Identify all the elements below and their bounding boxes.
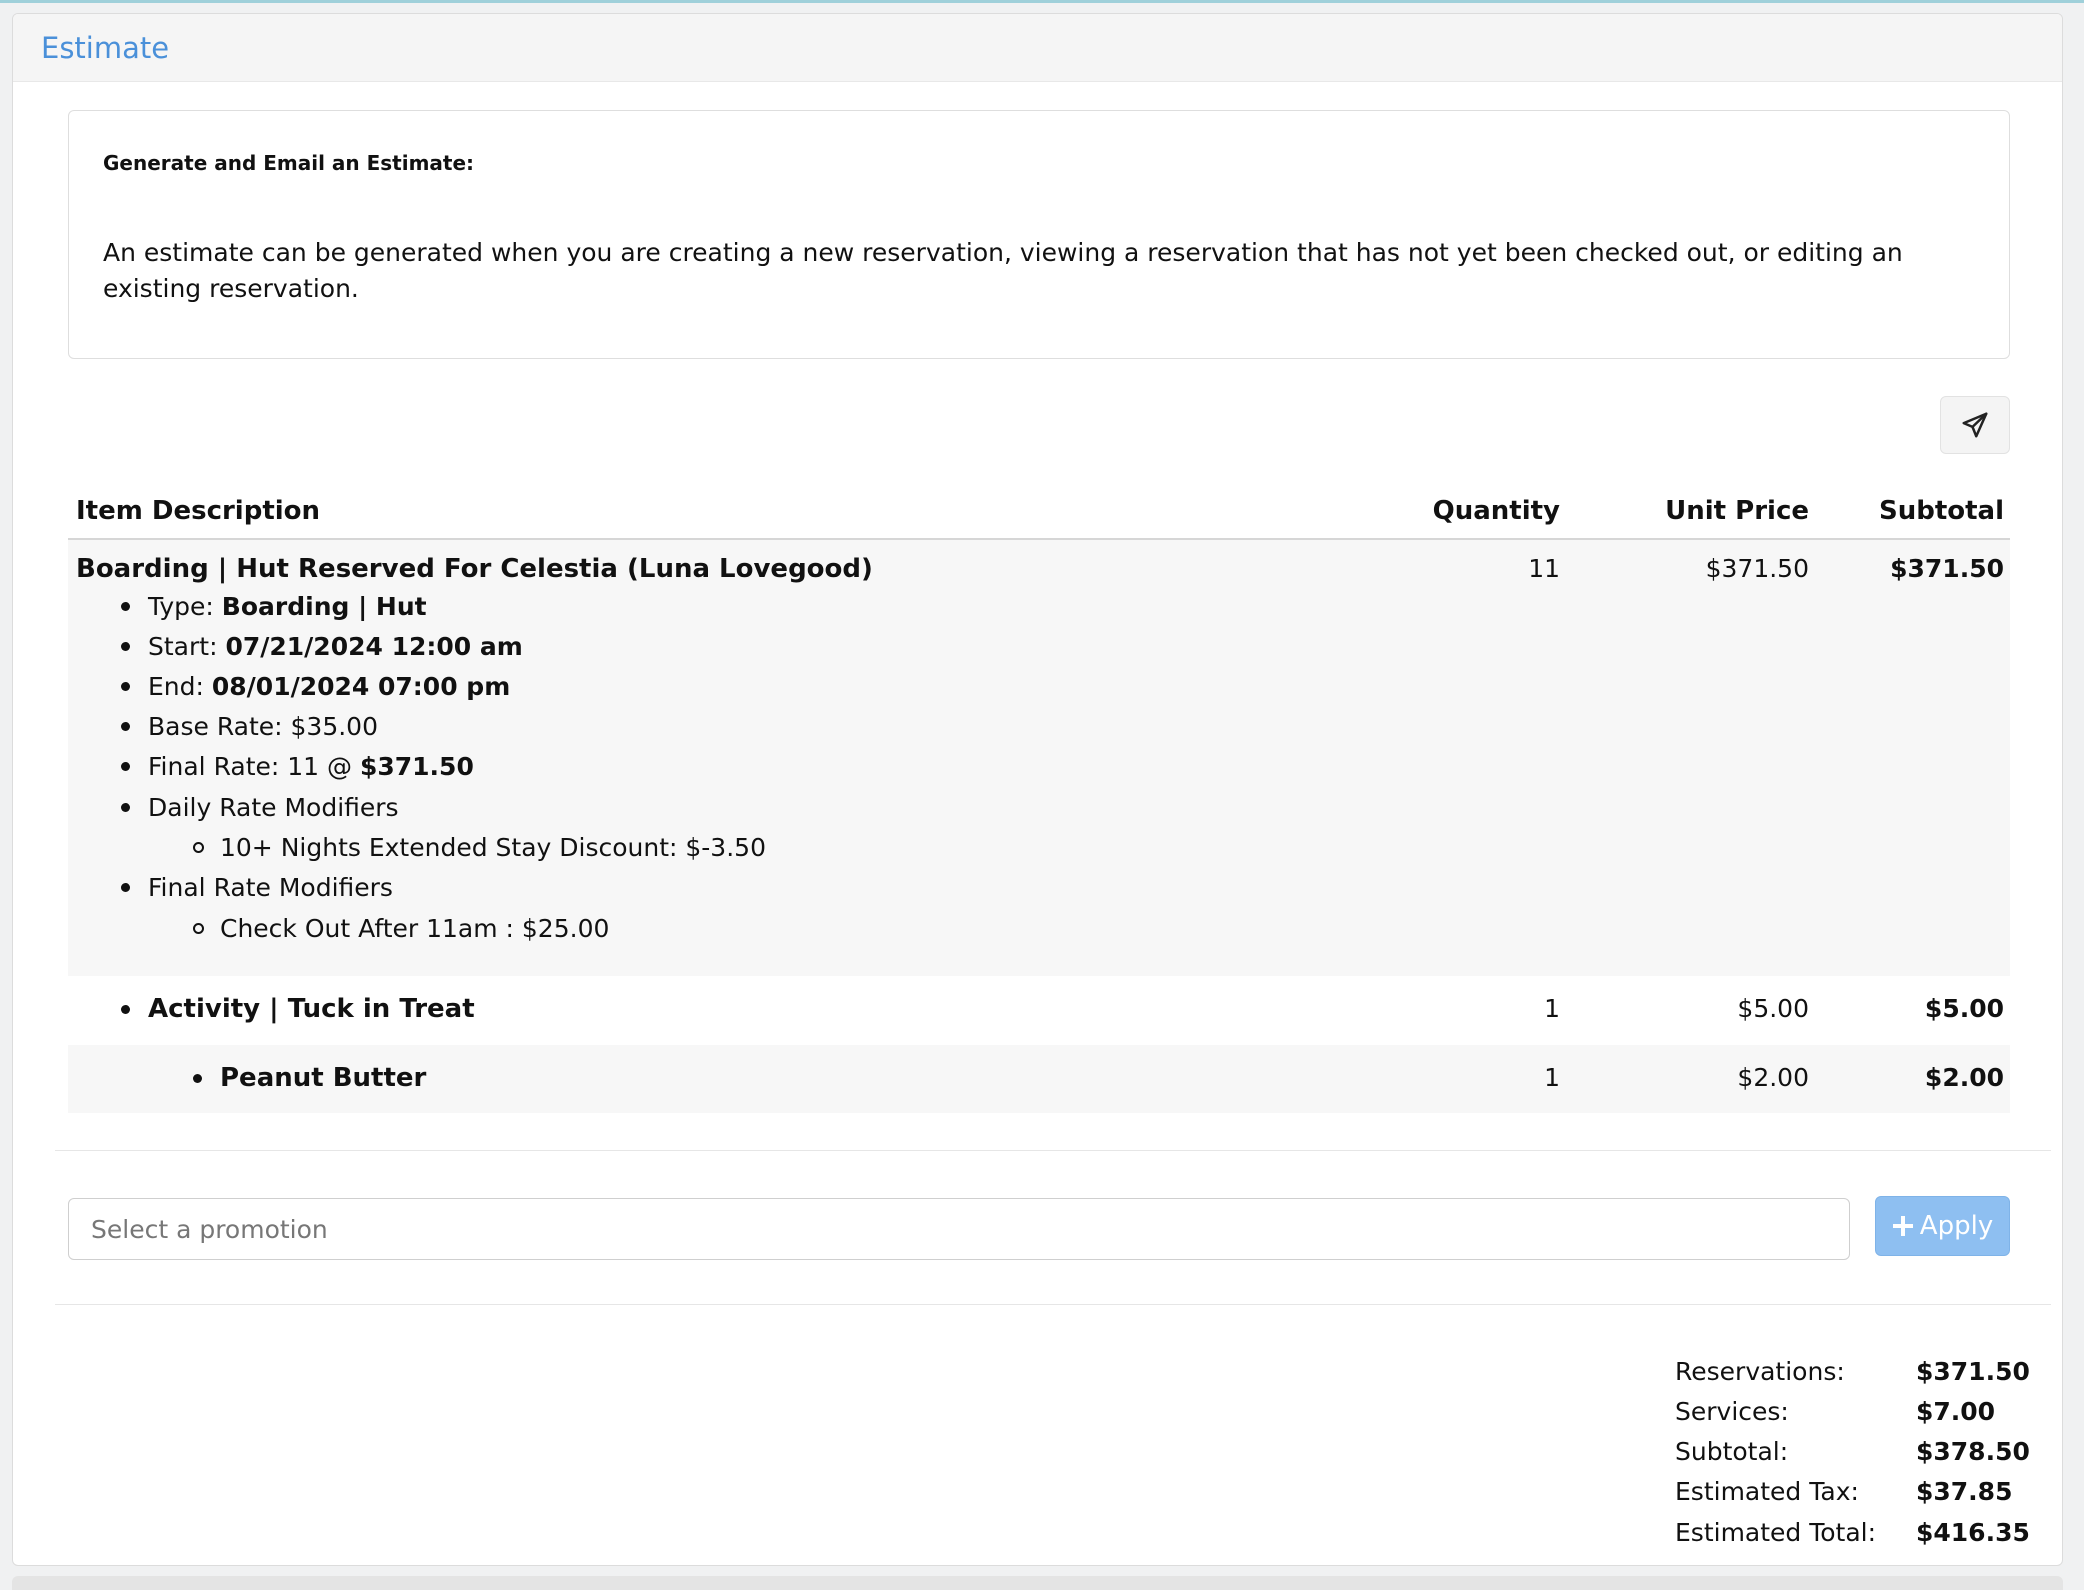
header-unit-price: Unit Price [1665,496,1809,526]
addon-quantity: 1 [1544,1063,1560,1092]
list-item-type: Type: Boarding | Hut [148,592,427,621]
bullet-icon [121,803,130,812]
boarding-unit-price: $371.50 [1705,554,1809,583]
divider [55,1150,2051,1151]
list-item-final-modifier-detail: Check Out After 11am : $25.00 [220,914,610,943]
totals-reservations-value: $371.50 [1916,1357,2030,1386]
bullet-icon [121,682,130,691]
header-quantity: Quantity [1432,496,1560,526]
panel-header: Estimate [13,14,2062,82]
boarding-title: Boarding | Hut Reserved For Celestia (Lu… [76,554,873,584]
header-item-description: Item Description [76,496,321,526]
promotion-select-input[interactable] [68,1198,1850,1260]
final-rate-label: Final Rate: 11 @ [148,752,360,781]
list-item-daily-modifiers: Daily Rate Modifiers [148,793,399,822]
bullet-icon [121,602,130,611]
final-rate-value: $371.50 [359,752,474,781]
estimate-panel: Estimate Generate and Email an Estimate:… [12,13,2063,1566]
totals-subtotal-label: Subtotal: [1675,1437,1789,1466]
bullet-icon [121,1005,130,1014]
paper-plane-icon [1962,412,1988,438]
list-item-base-rate: Base Rate: $35.00 [148,712,378,741]
boarding-subtotal: $371.50 [1890,554,2004,583]
addon-title: Peanut Butter [220,1063,427,1093]
activity-quantity: 1 [1544,994,1560,1023]
activity-title: Activity | Tuck in Treat [148,994,475,1024]
start-label: Start: [148,632,226,661]
list-item-final-modifiers: Final Rate Modifiers [148,873,393,902]
panel-title: Estimate [41,30,170,65]
plus-icon [1892,1216,1913,1236]
totals-services-value: $7.00 [1916,1397,1996,1426]
totals-tax-value: $37.85 [1916,1477,2013,1506]
info-heading: Generate and Email an Estimate: [103,151,475,175]
totals-reservations-label: Reservations: [1675,1357,1845,1386]
bullet-icon [121,883,130,892]
activity-subtotal: $5.00 [1924,994,2004,1023]
bullet-icon [121,722,130,731]
totals-total-label: Estimated Total: [1675,1518,1877,1547]
totals-total-value: $416.35 [1916,1518,2030,1547]
bullet-icon [121,762,130,771]
totals-services-label: Services: [1675,1397,1789,1426]
activity-unit-price: $5.00 [1737,994,1809,1023]
type-label: Type: [148,592,222,621]
table-row-boarding: Boarding | Hut Reserved For Celestia (Lu… [68,540,2010,976]
sub-bullet-icon [193,842,204,853]
table-row-addon: Peanut Butter 1 $2.00 $2.00 [68,1045,2010,1113]
type-value: Boarding | Hut [221,592,427,621]
addon-subtotal: $2.00 [1924,1063,2004,1092]
end-label: End: [148,672,212,701]
totals-subtotal-value: $378.50 [1916,1437,2030,1466]
list-item-daily-modifier-detail: 10+ Nights Extended Stay Discount: $-3.5… [220,833,766,862]
table-row-activity: Activity | Tuck in Treat 1 $5.00 $5.00 [68,976,2010,1045]
bullet-icon [193,1074,202,1083]
apply-promotion-button[interactable]: Apply [1875,1196,2010,1256]
send-estimate-button[interactable] [1940,396,2010,454]
start-value: 07/21/2024 12:00 am [225,632,523,661]
addon-unit-price: $2.00 [1737,1063,1809,1092]
table-header: Item Description Quantity Unit Price Sub… [68,484,2010,540]
estimate-info-box: Generate and Email an Estimate: An estim… [68,110,2010,359]
list-item-final-rate: Final Rate: 11 @ $371.50 [148,752,474,781]
boarding-quantity: 11 [1528,554,1560,583]
header-subtotal: Subtotal [1878,496,2004,526]
divider [55,1304,2051,1305]
end-value: 08/01/2024 07:00 pm [211,672,511,701]
list-item-start: Start: 07/21/2024 12:00 am [148,632,523,661]
list-item-end: End: 08/01/2024 07:00 pm [148,672,510,701]
sub-bullet-icon [193,923,204,934]
bullet-icon [121,642,130,651]
top-accent-strip [0,0,2084,3]
totals-tax-label: Estimated Tax: [1675,1477,1859,1506]
apply-label: Apply [1919,1211,1994,1241]
next-panel-edge [12,1576,2063,1590]
info-text: An estimate can be generated when you ar… [103,238,1903,303]
